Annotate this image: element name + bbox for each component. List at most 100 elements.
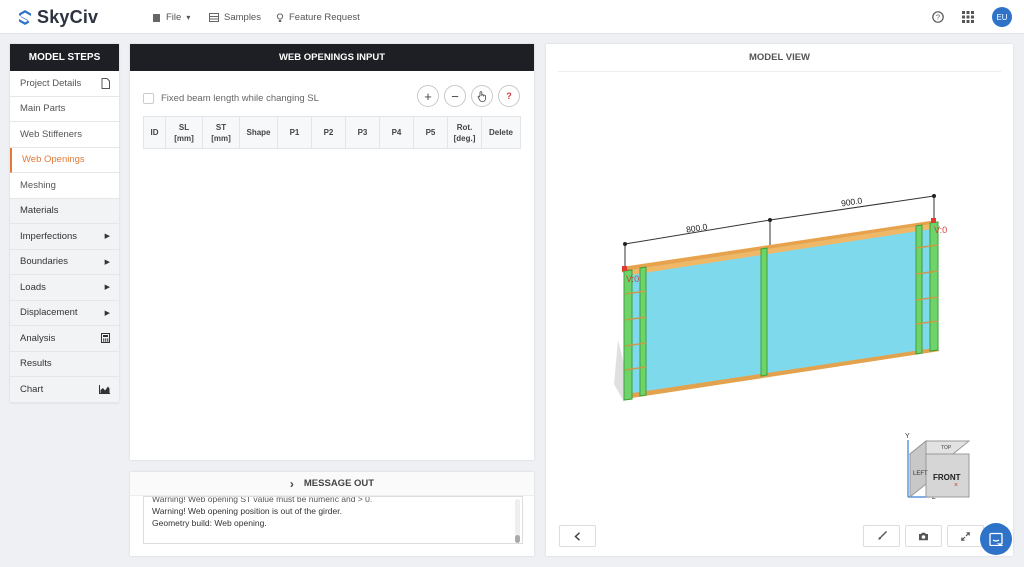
file-icon (153, 13, 160, 22)
hand-pointer-icon (477, 90, 486, 102)
message-out-title: MESSAGE OUT (303, 478, 375, 489)
caret-right-icon: ▶ (104, 258, 110, 266)
area-chart-icon (99, 384, 110, 394)
column-p4[interactable]: P4 (380, 117, 414, 148)
column-delete[interactable]: Delete (482, 117, 520, 148)
caret-right-icon: ▶ (104, 284, 110, 292)
web-stiffener[interactable] (915, 224, 923, 355)
web-stiffener[interactable] (639, 266, 647, 397)
step-results[interactable]: Results (10, 351, 119, 377)
column-id[interactable]: ID (144, 117, 166, 148)
samples-menu-label: Samples (224, 12, 261, 23)
help-icon: ? (506, 91, 512, 101)
step-boundaries[interactable]: Boundaries ▶ (10, 249, 119, 275)
model-steps-panel: MODEL STEPS Project Details Main Parts W… (10, 44, 119, 403)
help-circle-icon[interactable]: ? (932, 11, 944, 23)
column-unit: [mm] (211, 133, 231, 143)
step-main-parts[interactable]: Main Parts (10, 97, 119, 122)
apps-grid-icon[interactable] (962, 11, 974, 23)
view-cube[interactable]: Y Z TOP LEFT FRONT × (905, 433, 971, 501)
column-label: P1 (289, 128, 300, 137)
lightbulb-icon (276, 12, 284, 22)
step-web-openings[interactable]: Web Openings (10, 147, 119, 173)
column-label: ST (215, 122, 227, 132)
web-stiffener[interactable] (760, 247, 768, 377)
fixed-beam-length-checkbox[interactable] (143, 93, 154, 104)
step-analysis[interactable]: Analysis (10, 326, 119, 352)
column-label: P4 (391, 128, 402, 137)
scrollbar-thumb[interactable] (515, 535, 520, 543)
column-p2[interactable]: P2 (312, 117, 346, 148)
step-chart[interactable]: Chart (10, 377, 119, 403)
step-label: Web Openings (22, 154, 85, 166)
message-scrollbar[interactable] (515, 499, 520, 543)
screenshot-button[interactable] (905, 525, 942, 547)
add-opening-button[interactable]: + (417, 85, 439, 107)
feature-request-menu[interactable]: Feature Request (276, 12, 360, 23)
file-menu[interactable]: File ▾ (152, 12, 190, 23)
support-label-left: V:0 (626, 274, 639, 284)
step-loads[interactable]: Loads ▶ (10, 275, 119, 301)
web-stiffener[interactable] (929, 221, 939, 352)
model-canvas[interactable]: 800.0 900.0 V:0 V:0 Y Z TOP LEFT FRONT × (546, 72, 1013, 512)
back-button[interactable] (559, 525, 596, 547)
cube-left-label: LEFT (913, 471, 928, 477)
fixed-beam-length-label: Fixed beam length while changing SL (161, 93, 319, 104)
select-opening-button[interactable] (471, 85, 493, 107)
message-line: Warning! Web opening position is out of … (152, 506, 342, 516)
fullscreen-button[interactable] (947, 525, 984, 547)
table-icon (209, 13, 219, 22)
chevron-down-icon: ▾ (186, 13, 191, 22)
paint-button[interactable] (863, 525, 900, 547)
column-sl[interactable]: SL [mm] (166, 117, 203, 148)
web-openings-title: WEB OPENINGS INPUT (130, 44, 534, 71)
column-label: Rot. (456, 122, 473, 132)
message-line: Warning! Web opening ST value must be nu… (152, 496, 373, 504)
column-rotation[interactable]: Rot. [deg.] (448, 117, 482, 148)
dimension-node (623, 242, 627, 246)
chevron-right-icon: › (289, 476, 294, 491)
user-avatar[interactable]: EU (992, 7, 1012, 27)
step-web-stiffeners[interactable]: Web Stiffeners (10, 122, 119, 148)
support-marker (931, 218, 936, 223)
web-stiffener[interactable] (623, 269, 633, 401)
message-log[interactable]: Warning! Web opening ST value must be nu… (143, 496, 523, 544)
step-imperfections[interactable]: Imperfections ▶ (10, 224, 119, 250)
chat-support-button[interactable] (980, 523, 1012, 555)
column-label: ID (150, 128, 159, 137)
cube-axis-x-mark: × (954, 482, 958, 489)
column-shape[interactable]: Shape (240, 117, 278, 148)
column-p5[interactable]: P5 (414, 117, 448, 148)
model-view-title: MODEL VIEW (748, 52, 811, 63)
step-label: Imperfections (20, 230, 78, 242)
web-openings-table-header: ID SL [mm] ST [mm] Shape P1 P2 P3 P4 P5 Ro… (143, 116, 521, 149)
cube-left-face[interactable] (909, 439, 927, 499)
svg-text:?: ? (936, 13, 940, 22)
camera-icon (919, 532, 928, 540)
step-label: Materials (20, 205, 59, 217)
web-openings-toolbar: + − ? (417, 85, 520, 107)
caret-right-icon: ▶ (104, 233, 110, 241)
step-meshing[interactable]: Meshing (10, 173, 119, 199)
skyciv-logo[interactable]: SkyCiv (17, 7, 98, 28)
remove-opening-button[interactable]: − (444, 85, 466, 107)
samples-menu[interactable]: Samples (209, 12, 261, 23)
step-label: Analysis (20, 332, 56, 344)
column-p1[interactable]: P1 (278, 117, 312, 148)
web-openings-panel: WEB OPENINGS INPUT Fixed beam length whi… (130, 44, 534, 460)
column-label: P2 (323, 128, 334, 137)
document-icon (101, 77, 110, 89)
step-label: Results (20, 358, 52, 370)
column-p3[interactable]: P3 (346, 117, 380, 148)
step-label: Project Details (20, 77, 82, 89)
message-out-header[interactable]: › MESSAGE OUT (130, 472, 534, 496)
column-st[interactable]: ST [mm] (203, 117, 240, 148)
top-bar: SkyCiv File ▾ Samples Feature Request ? … (0, 0, 1024, 34)
column-label: Shape (246, 128, 271, 137)
step-displacement[interactable]: Displacement ▶ (10, 300, 119, 326)
step-project-details[interactable]: Project Details (10, 71, 119, 97)
message-out-panel: › MESSAGE OUT Warning! Web opening ST va… (130, 472, 534, 556)
step-materials[interactable]: Materials (10, 198, 119, 224)
help-button[interactable]: ? (498, 85, 520, 107)
feature-request-label: Feature Request (289, 12, 360, 23)
